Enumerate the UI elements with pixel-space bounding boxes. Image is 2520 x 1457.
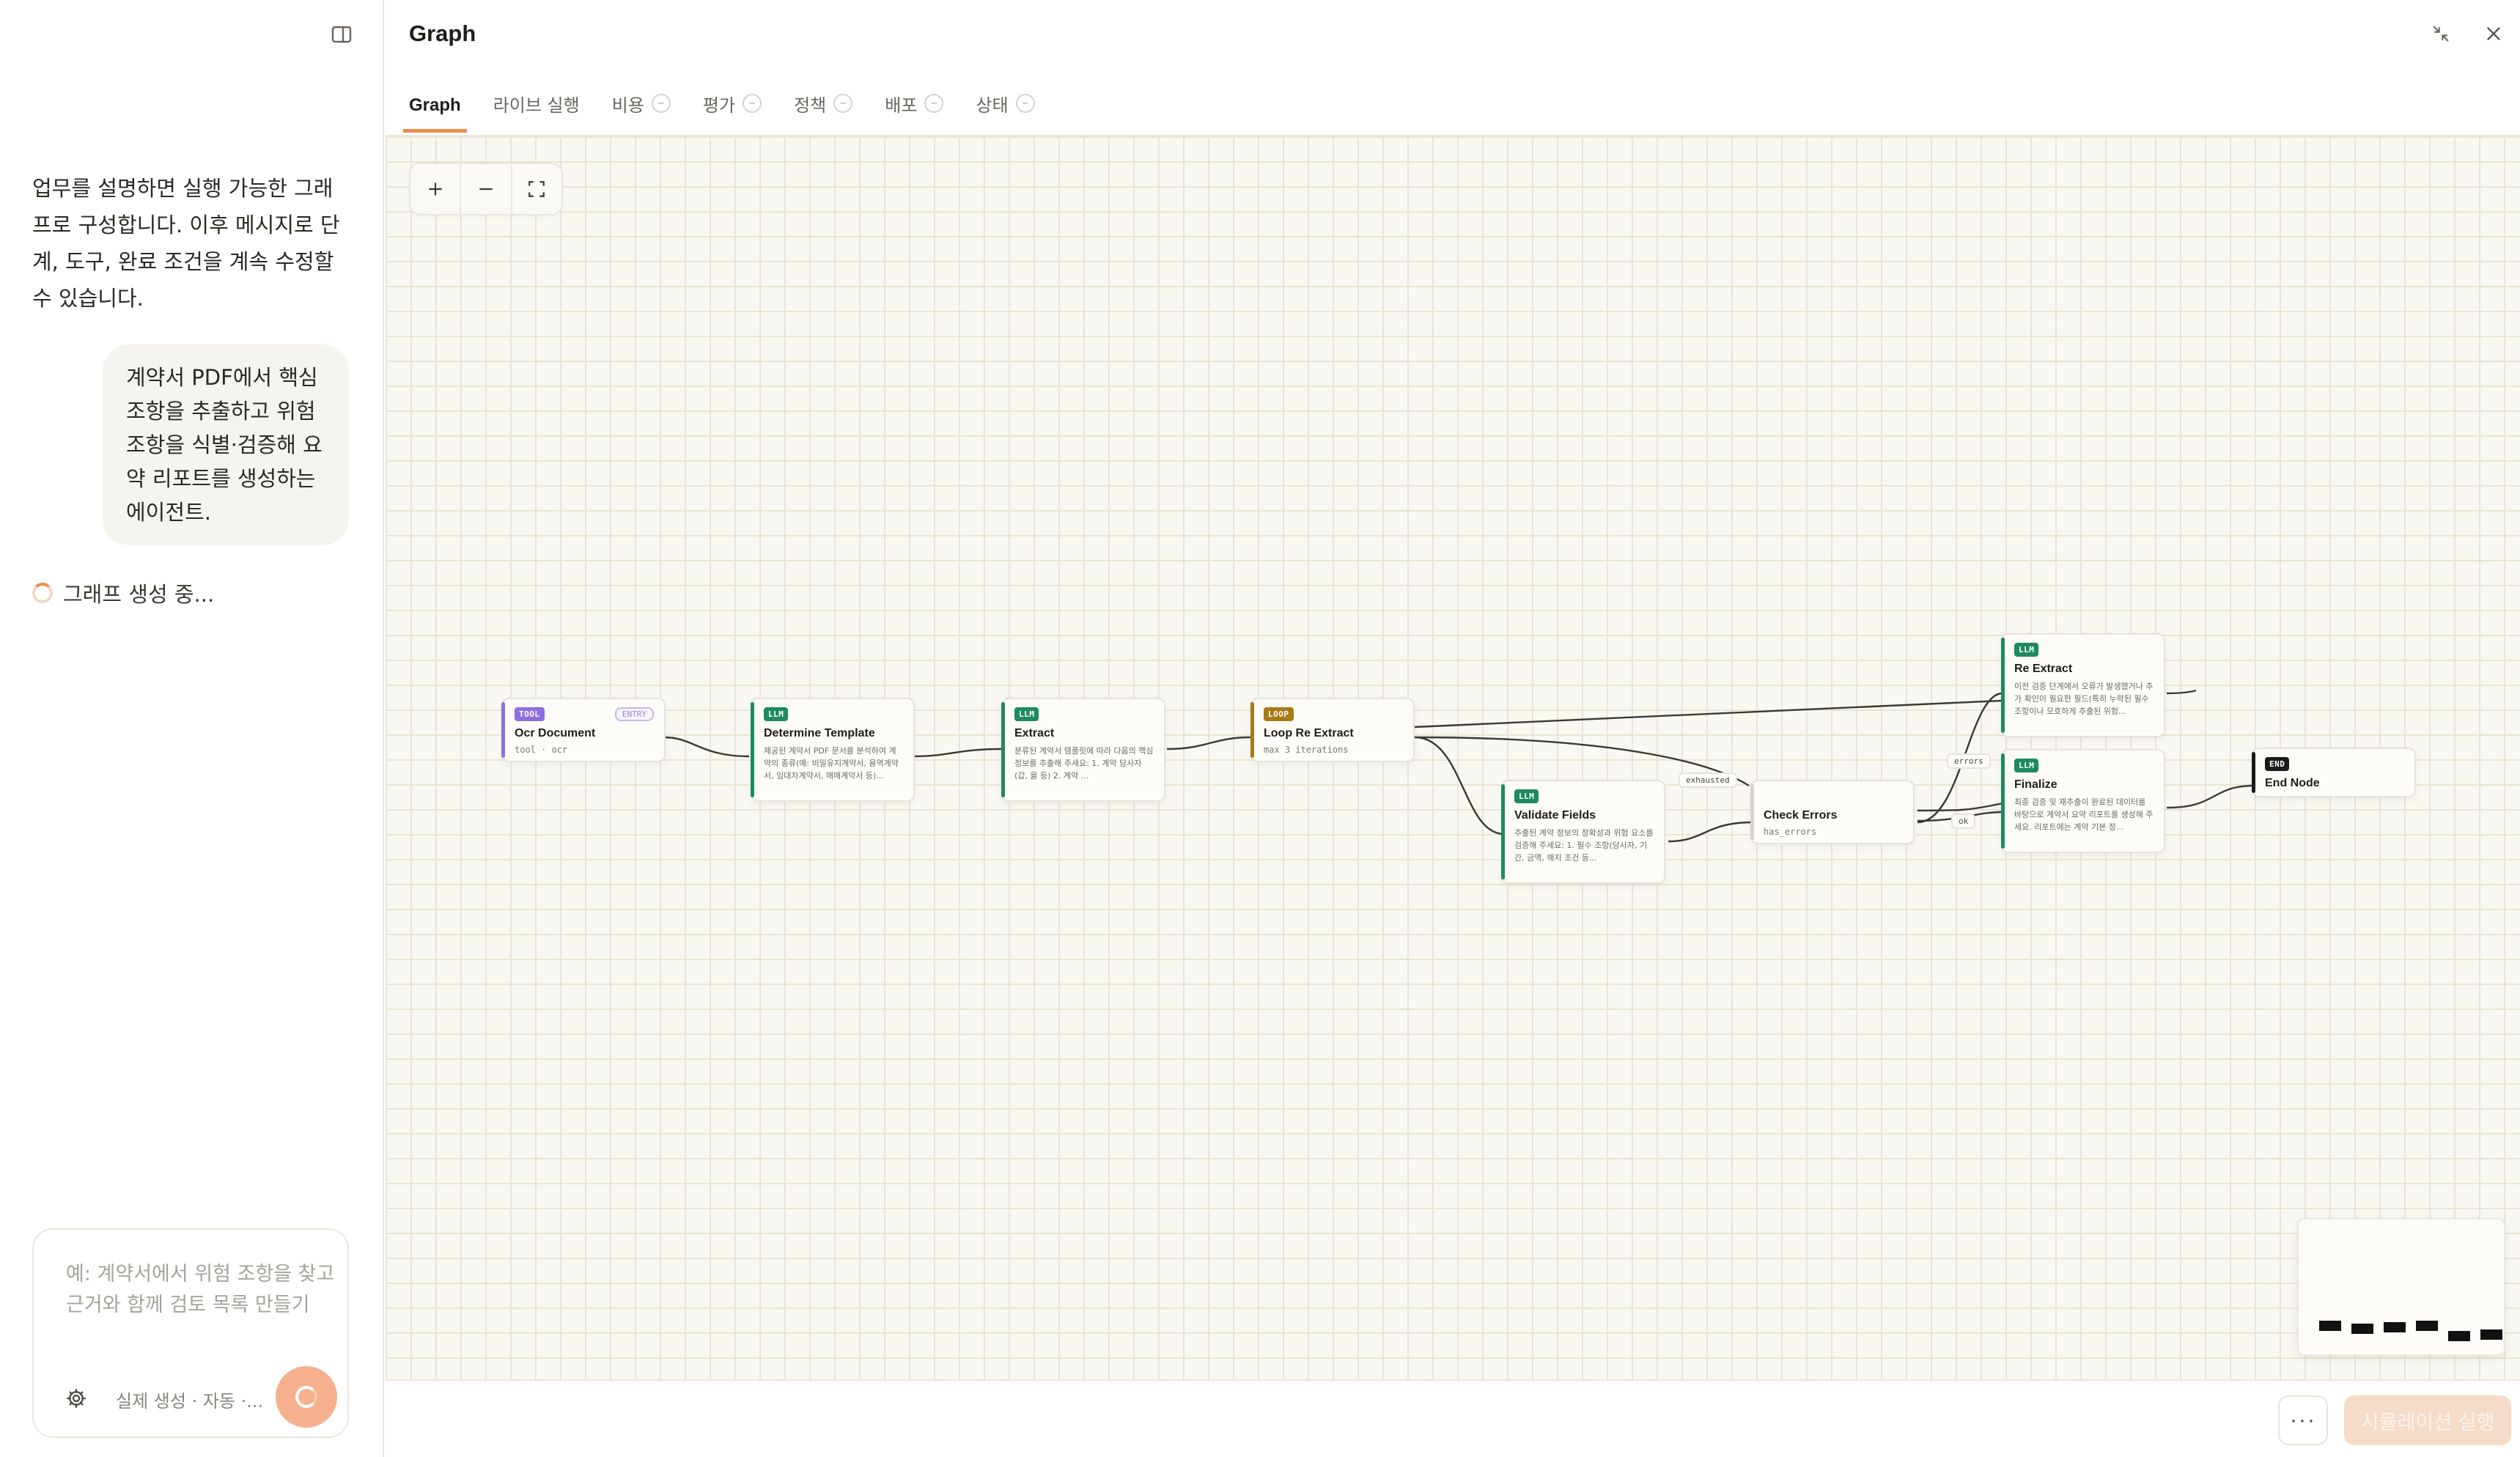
node-badges: LLM (2014, 758, 2154, 772)
node-description: 이전 검증 단계에서 오류가 발생했거나 추가 확인이 필요한 필드(특히 누락… (2014, 682, 2154, 716)
node-type-badge: END (2265, 756, 2290, 771)
status-text: 그래프 생성 중... (63, 582, 215, 607)
node-subtitle: max 3 iterations (1264, 745, 1349, 755)
node-description: 추출된 계약 정보의 정확성과 위험 요소를 검증해 주세요: 1. 필수 조항… (1514, 828, 1654, 863)
minimap-node (2319, 1321, 2341, 1331)
tab-graph[interactable]: Graph (403, 81, 467, 133)
node-title: Extract (1014, 727, 1055, 739)
node-title: Re Extract (2014, 663, 2073, 675)
sidebar-toggle-icon[interactable] (328, 23, 355, 45)
minimap[interactable] (2297, 1218, 2505, 1356)
graph-node-check[interactable]: Check Errors has_errors (1750, 780, 1915, 844)
node-title: Finalize (2014, 778, 2057, 791)
node-type-badge: LLM (1514, 789, 1539, 803)
node-title: Ocr Document (515, 727, 596, 739)
node-badges: LLM (764, 707, 903, 721)
edge-loop-validate (1414, 736, 1505, 836)
node-description: 제공된 계약서 PDF 문서를 분석하여 계약의 종류(예: 비밀유지계약서, … (764, 746, 899, 781)
graph-node-reextract[interactable]: LLM Re Extract 이전 검증 단계에서 오류가 발생했거나 추가 확인이… (2001, 633, 2165, 737)
tab-deploy[interactable]: 배포 – (879, 77, 949, 130)
tab-status-dash: – (651, 94, 671, 113)
node-title: Validate Fields (1514, 809, 1596, 822)
minimap-node (2384, 1322, 2406, 1332)
tab-status-dash: – (1015, 94, 1035, 113)
user-message-bubble: 계약서 PDF에서 핵심 조항을 추출하고 위험 조항을 식별·검증해 요약 리… (103, 344, 349, 545)
node-description: 최종 검증 및 재추출이 완료된 데이터를 바탕으로 계약서 요약 리포트를 생… (2014, 797, 2154, 832)
loading-spinner-icon (32, 583, 53, 603)
edge-check-finalize (1917, 802, 2003, 812)
graph-node-end[interactable]: END End Node (2252, 748, 2416, 797)
node-type-badge: LLM (2014, 758, 2039, 772)
tab-bar: Graph 라이브 실행 비용 – 평가 – 정책 – 배포 – 상태 – (403, 70, 1041, 136)
minimap-node (2416, 1321, 2438, 1331)
message-input[interactable] (66, 1259, 337, 1362)
tab-evaluation[interactable]: 평가 – (697, 77, 767, 130)
node-title: End Node (2265, 777, 2320, 789)
settings-gear-icon[interactable] (63, 1385, 89, 1412)
node-type-badge: LLM (764, 707, 789, 721)
minimap-node (2448, 1331, 2470, 1341)
generation-mode-label[interactable]: 실제 생성 · 자동 ·... (116, 1387, 263, 1412)
edge-reextract-out (2166, 689, 2197, 695)
graph-canvas[interactable]: TOOL ENTRY Ocr Document tool · ocr LLM Determ… (386, 135, 2520, 1381)
node-badges: TOOL ENTRY (515, 707, 654, 721)
edge-label-errors: errors (1947, 753, 1991, 769)
edge-finalize-end (2166, 784, 2255, 809)
tab-status-dash: – (833, 94, 853, 113)
node-badges: END (2265, 756, 2404, 771)
edge-label-exhausted: exhausted (1679, 772, 1737, 788)
node-type-badge: LLM (1014, 707, 1039, 721)
node-title: Determine Template (764, 727, 875, 739)
graph-node-validate[interactable]: LLM Validate Fields 추출된 계약 정보의 정확성과 위험 요소를… (1501, 780, 1665, 884)
intro-message: 업무를 설명하면 실행 가능한 그래프로 구성합니다. 이후 메시지로 단계, … (32, 176, 340, 311)
node-subtitle: has_errors (1764, 827, 1817, 837)
edge-template-extract (913, 748, 1002, 758)
send-spinner-icon (295, 1386, 317, 1408)
chat-panel: 업무를 설명하면 실행 가능한 그래프로 구성합니다. 이후 메시지로 단계, … (0, 0, 384, 1457)
tab-policy[interactable]: 정책 – (788, 77, 858, 130)
node-type-badge: TOOL (515, 707, 545, 721)
minimap-node (2351, 1324, 2373, 1334)
node-badges: LOOP (1264, 707, 1403, 721)
graph-node-ocr[interactable]: TOOL ENTRY Ocr Document tool · ocr (501, 698, 666, 762)
tab-status-dash: – (924, 94, 944, 113)
node-title: Loop Re Extract (1264, 727, 1354, 739)
tab-status[interactable]: 상태 – (970, 77, 1040, 130)
node-title: Check Errors (1764, 809, 1838, 822)
collapse-icon[interactable] (2428, 21, 2454, 47)
node-badges (1764, 789, 1903, 803)
close-icon[interactable] (2480, 21, 2507, 47)
entry-badge: ENTRY (614, 707, 654, 721)
generation-status: 그래프 생성 중... (32, 578, 214, 608)
node-badges: LLM (2014, 642, 2154, 657)
node-subtitle: tool · ocr (515, 745, 568, 755)
edge-label-ok: ok (1951, 814, 1976, 829)
edge-validate-check (1668, 821, 1754, 843)
graph-node-template[interactable]: LLM Determine Template 제공된 계약서 PDF 문서를 분석하… (751, 698, 915, 802)
tab-cost[interactable]: 비용 – (606, 77, 677, 130)
graph-node-loop[interactable]: LOOP Loop Re Extract max 3 iterations (1250, 698, 1415, 762)
node-type-badge: LOOP (1264, 707, 1294, 721)
action-bar: ··· 시뮬레이션 실행 (386, 1382, 2520, 1457)
edge-loop-reextract (1414, 699, 2003, 728)
tab-status-dash: – (743, 94, 762, 113)
node-badges: LLM (1014, 707, 1154, 721)
send-button[interactable] (276, 1366, 337, 1428)
graph-node-finalize[interactable]: LLM Finalize 최종 검증 및 재추출이 완료된 데이터를 바탕으로 계약… (2001, 749, 2165, 853)
run-simulation-button[interactable]: 시뮬레이션 실행 (2344, 1395, 2511, 1445)
tab-live-run[interactable]: 라이브 실행 (487, 77, 586, 130)
edge-ocr-template (663, 736, 750, 758)
graph-edges (663, 689, 2255, 843)
more-options-button[interactable]: ··· (2278, 1395, 2328, 1445)
edge-extract-loop (1166, 736, 1251, 750)
panel-title: Graph (409, 21, 476, 46)
graph-panel: Graph Graph 라이브 실행 비용 – 평가 – 정책 – 배포 – 상태 – (386, 0, 2520, 1457)
node-type-badge: LLM (2014, 642, 2039, 657)
node-badges: LLM (1514, 789, 1654, 803)
message-composer: 실제 생성 · 자동 ·... (32, 1228, 349, 1438)
graph-node-extract[interactable]: LLM Extract 분류된 계약서 템플릿에 따라 다음의 핵심 정보를 추출해… (1001, 698, 1165, 802)
node-description: 분류된 계약서 템플릿에 따라 다음의 핵심 정보를 추출해 주세요: 1. 계… (1014, 746, 1154, 781)
minimap-node (2480, 1329, 2502, 1340)
